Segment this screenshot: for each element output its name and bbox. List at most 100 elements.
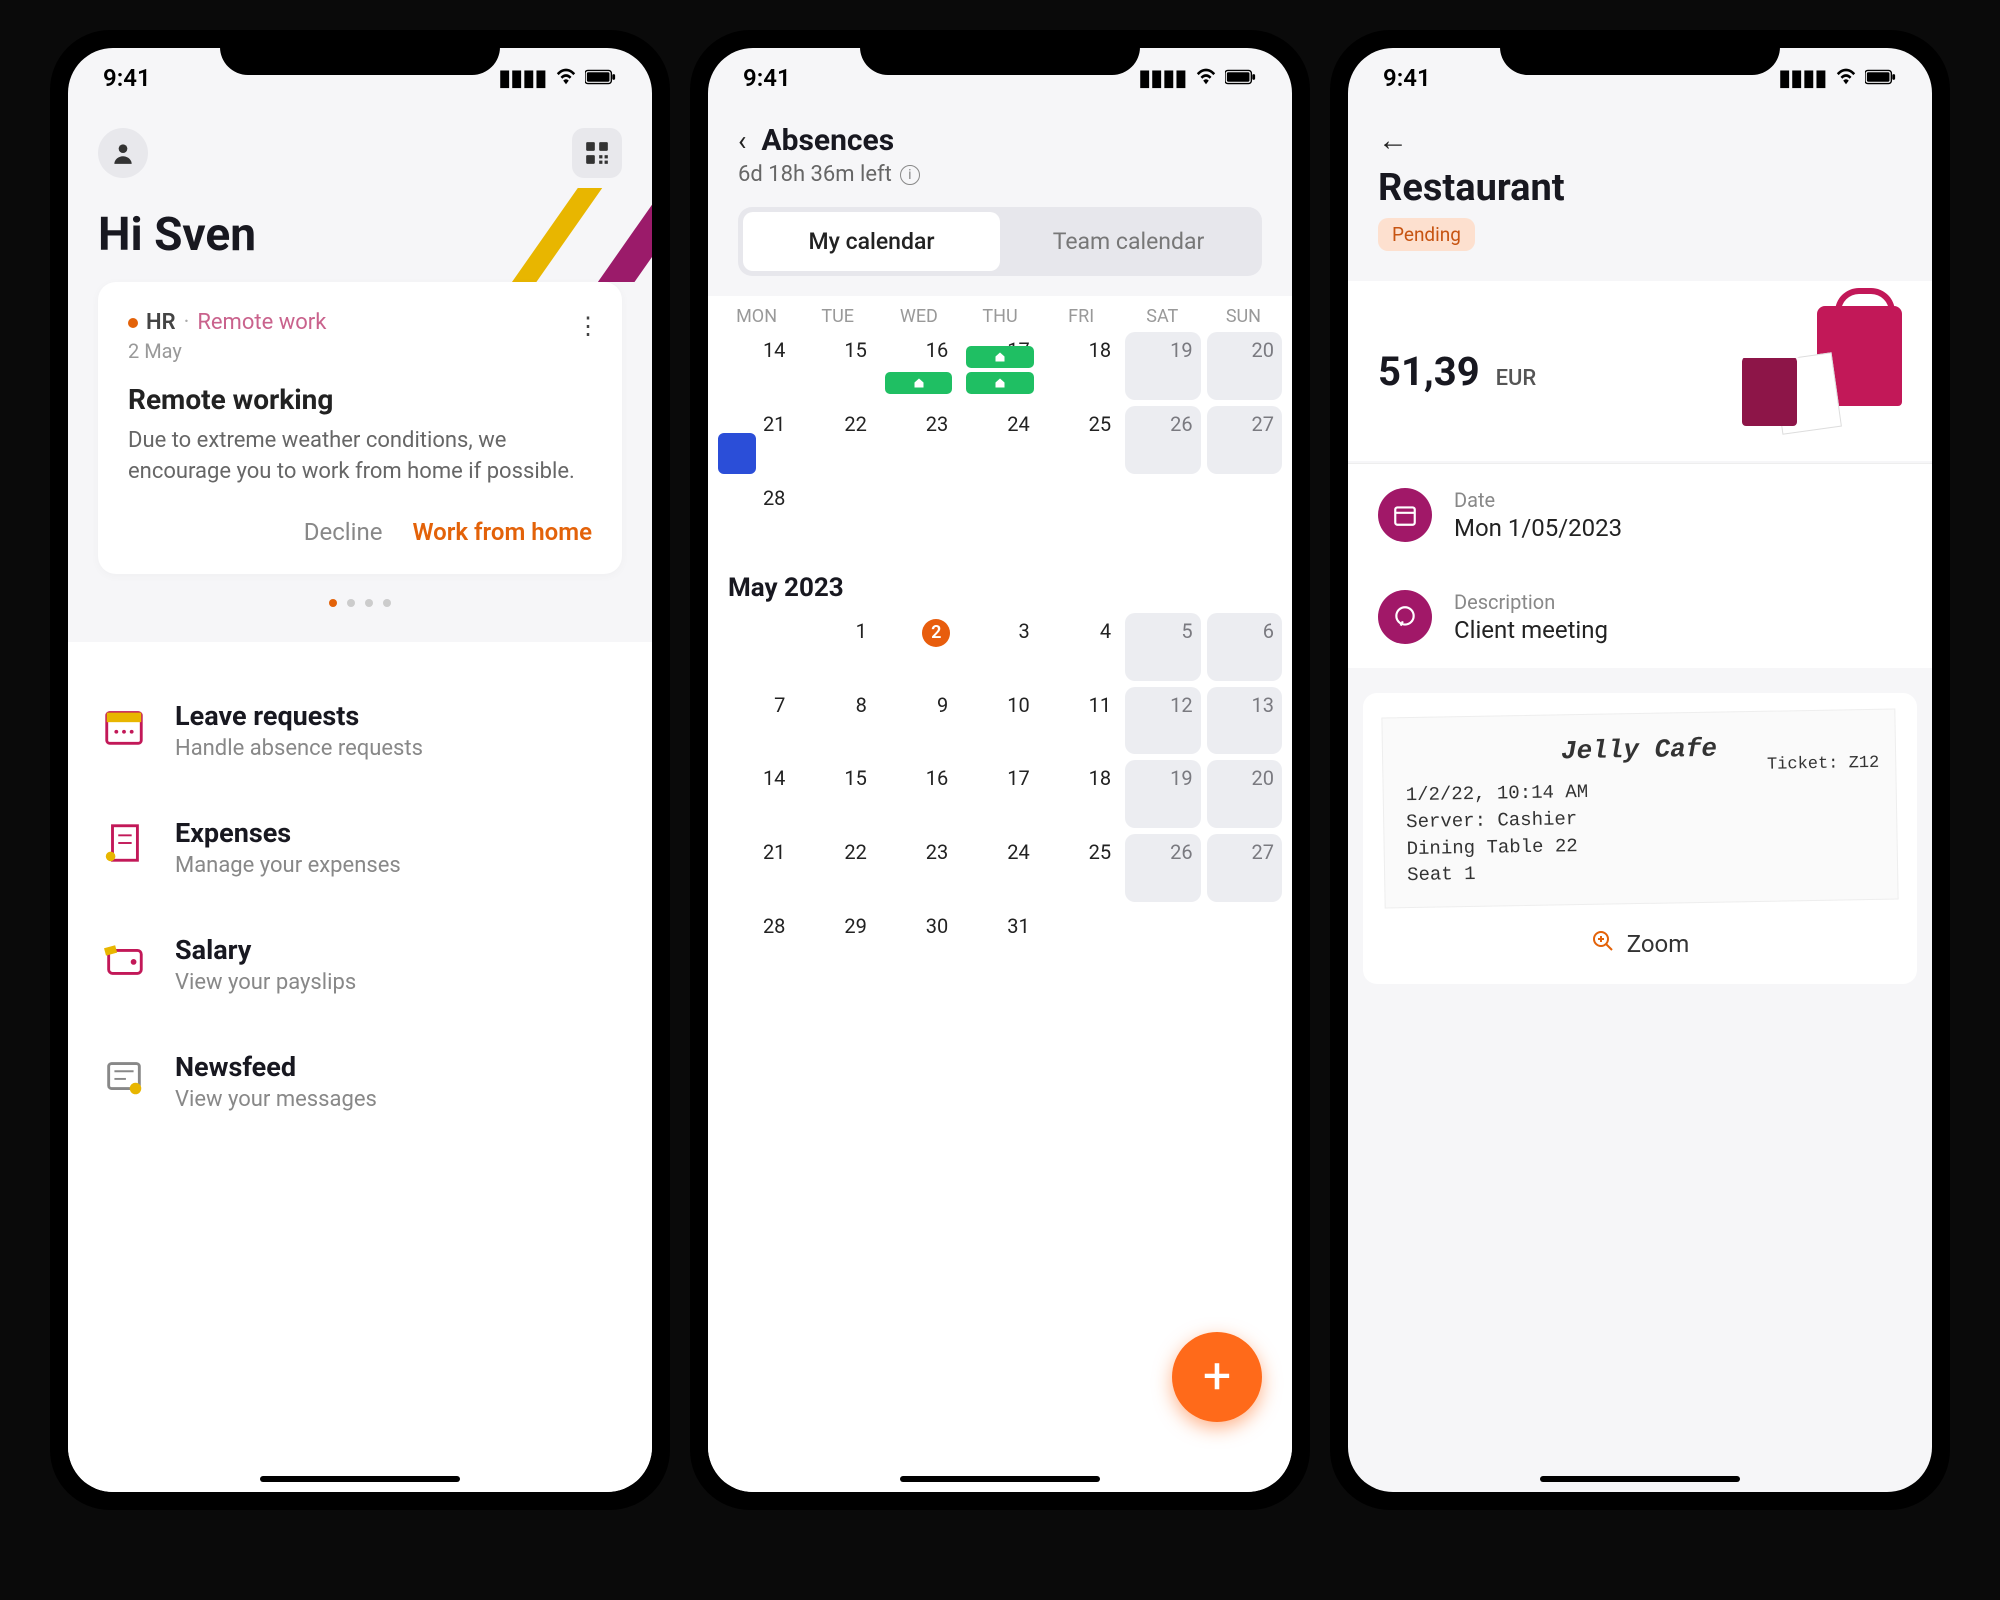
card-menu-button[interactable]: ⋮ — [576, 312, 600, 340]
carousel-pager[interactable] — [68, 599, 652, 607]
decline-button[interactable]: Decline — [304, 518, 383, 546]
back-button[interactable]: ← — [1378, 123, 1902, 158]
tab-team-calendar[interactable]: Team calendar — [1000, 212, 1257, 271]
calendar-day[interactable]: 30 — [881, 908, 956, 976]
add-absence-fab[interactable]: + — [1172, 1332, 1262, 1422]
value: Mon 1/05/2023 — [1454, 514, 1622, 542]
phone-frame-home: 9:41 ▮▮▮▮ Hi Sven — [50, 30, 670, 1510]
calendar-day[interactable]: 20 — [1207, 332, 1282, 400]
battery-icon — [1225, 66, 1257, 91]
calendar-day[interactable]: 24 — [962, 406, 1037, 474]
label: Date — [1454, 488, 1622, 512]
calendar-day[interactable]: 31 — [962, 908, 1037, 976]
decorative-stripes — [492, 188, 652, 282]
calendar-day[interactable]: 22 — [799, 406, 874, 474]
calendar-day — [1125, 908, 1200, 976]
calendar-day[interactable]: 27 — [1207, 406, 1282, 474]
wd: SAT — [1124, 306, 1201, 327]
calendar-day[interactable]: 23 — [881, 406, 956, 474]
calendar-day[interactable]: 26 — [1125, 834, 1200, 902]
calendar-icon — [98, 700, 150, 752]
home-indicator[interactable] — [260, 1476, 460, 1482]
calendar-day[interactable]: 16 — [881, 760, 956, 828]
calendar-day[interactable]: 13 — [1207, 687, 1282, 755]
calendar-day[interactable]: 23 — [881, 834, 956, 902]
cal-row: 14151617181920 — [708, 760, 1292, 828]
receipt-card[interactable]: Jelly Cafe Ticket: Z12 1/2/22, 10:14 AM … — [1363, 693, 1917, 984]
menu-leave-requests[interactable]: Leave requests Handle absence requests — [98, 672, 622, 789]
calendar-day[interactable]: 8 — [799, 687, 874, 755]
calendar-day[interactable]: 19 — [1125, 760, 1200, 828]
profile-button[interactable] — [98, 128, 148, 178]
notch — [860, 30, 1140, 75]
calendar-day[interactable]: 1 — [799, 613, 874, 681]
calendar-day[interactable]: 16 — [881, 332, 956, 400]
calendar-day[interactable]: 14 — [718, 760, 793, 828]
calendar-day[interactable]: 2 — [881, 613, 956, 681]
calendar-day[interactable]: 19 — [1125, 332, 1200, 400]
calendar-day[interactable]: 15 — [799, 332, 874, 400]
receipt-image: Jelly Cafe Ticket: Z12 1/2/22, 10:14 AM … — [1381, 709, 1898, 909]
calendar-day[interactable]: 24 — [962, 834, 1037, 902]
calendar-day[interactable]: 28 — [718, 480, 793, 548]
back-button[interactable]: ‹ — [738, 124, 746, 157]
detail-description[interactable]: Description Client meeting — [1348, 566, 1932, 668]
calendar-day[interactable]: 27 — [1207, 834, 1282, 902]
calendar-day[interactable]: 4 — [1044, 613, 1119, 681]
detail-date[interactable]: Date Mon 1/05/2023 — [1348, 464, 1932, 566]
calendar-day[interactable]: 20 — [1207, 760, 1282, 828]
receipt-icon — [98, 817, 150, 869]
calendar-day[interactable]: 7 — [718, 687, 793, 755]
cal-row: 21222324252627 — [708, 834, 1292, 902]
wifi-icon — [1835, 66, 1857, 91]
calendar-day[interactable]: 5 — [1125, 613, 1200, 681]
absence-marker — [966, 346, 1033, 368]
calendar-day[interactable]: 22 — [799, 834, 874, 902]
calendar-day[interactable]: 9 — [881, 687, 956, 755]
calendar-day[interactable]: 17 — [962, 332, 1037, 400]
calendar-day[interactable]: 25 — [1044, 834, 1119, 902]
amount-card: 51,39 EUR — [1348, 281, 1932, 461]
calendar-day[interactable]: 11 — [1044, 687, 1119, 755]
calendar-day[interactable]: 26 — [1125, 406, 1200, 474]
greeting: Hi Sven — [68, 188, 652, 282]
notch — [220, 30, 500, 75]
weekday-header: MON TUE WED THU FRI SAT SUN — [708, 296, 1292, 332]
chat-icon — [1378, 590, 1432, 644]
calendar-day[interactable]: 17 — [962, 760, 1037, 828]
calendar-day[interactable]: 10 — [962, 687, 1037, 755]
home-indicator[interactable] — [900, 1476, 1100, 1482]
qr-button[interactable] — [572, 128, 622, 178]
battery-icon — [585, 66, 617, 91]
calendar-day[interactable]: 21 — [718, 834, 793, 902]
signal-icon: ▮▮▮▮ — [499, 66, 547, 91]
news-icon — [98, 1051, 150, 1103]
calendar-day[interactable]: 18 — [1044, 760, 1119, 828]
calendar-day[interactable]: 25 — [1044, 406, 1119, 474]
calendar-day — [881, 480, 956, 548]
wallet-icon — [98, 934, 150, 986]
wd: THU — [961, 306, 1038, 327]
home-indicator[interactable] — [1540, 1476, 1740, 1482]
calendar-day[interactable]: 6 — [1207, 613, 1282, 681]
tab-my-calendar[interactable]: My calendar — [743, 212, 1000, 271]
calendar-day[interactable]: 3 — [962, 613, 1037, 681]
zoom-button[interactable]: Zoom — [1383, 929, 1897, 959]
info-icon[interactable]: i — [900, 165, 920, 185]
calendar-day[interactable]: 18 — [1044, 332, 1119, 400]
card-body: Due to extreme weather conditions, we en… — [128, 426, 592, 488]
calendar-day[interactable]: 21 — [718, 406, 793, 474]
announcement-card[interactable]: ⋮ HR · Remote work 2 May Remote working … — [98, 282, 622, 574]
accept-button[interactable]: Work from home — [412, 518, 592, 546]
wd: FRI — [1043, 306, 1120, 327]
calendar-day[interactable]: 28 — [718, 908, 793, 976]
calendar-day[interactable]: 15 — [799, 760, 874, 828]
menu-newsfeed[interactable]: Newsfeed View your messages — [98, 1023, 622, 1140]
calendar-day[interactable]: 29 — [799, 908, 874, 976]
menu-expenses[interactable]: Expenses Manage your expenses — [98, 789, 622, 906]
receipt-ticket: Ticket: Z12 — [1767, 752, 1880, 778]
calendar-day — [1207, 480, 1282, 548]
menu-salary[interactable]: Salary View your payslips — [98, 906, 622, 1023]
calendar-day[interactable]: 14 — [718, 332, 793, 400]
calendar-day[interactable]: 12 — [1125, 687, 1200, 755]
